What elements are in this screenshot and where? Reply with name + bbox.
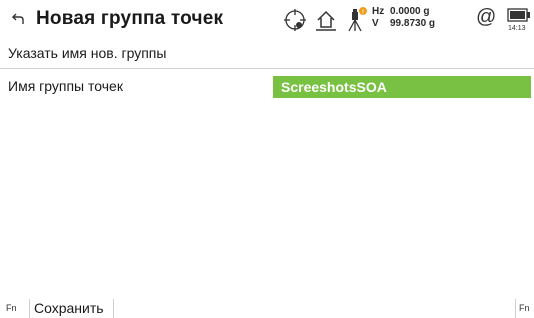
divider [0, 68, 534, 69]
back-arrow-icon [12, 13, 24, 24]
divider [29, 299, 30, 318]
crosshair-target-icon[interactable] [283, 8, 307, 32]
v-value: 99.8730 g [390, 18, 436, 29]
hz-label: Hz [372, 6, 385, 17]
title-bar: Новая группа точек ! Hz 0.0000 g V 99.87… [0, 0, 534, 38]
clock-time: 14:13 [508, 25, 526, 32]
instruction-text: Указать имя нов. группы [8, 45, 167, 61]
save-button[interactable]: Сохранить [34, 300, 104, 316]
group-name-row: Имя группы точек [0, 76, 534, 98]
at-sign-icon[interactable]: @ [476, 6, 496, 29]
v-label: V [372, 18, 379, 29]
hz-value: 0.0000 g [390, 6, 430, 17]
fn-key-left[interactable]: Fn [6, 303, 17, 313]
total-station-icon[interactable]: ! [345, 6, 369, 32]
divider [515, 299, 516, 318]
softkey-bar: Fn Сохранить Fn [0, 299, 534, 318]
divider [113, 299, 114, 318]
group-name-input[interactable] [273, 76, 531, 98]
page-title: Новая группа точек [36, 8, 224, 29]
svg-text:!: ! [362, 9, 364, 16]
fn-key-right[interactable]: Fn [519, 303, 530, 313]
angle-readout: Hz 0.0000 g V 99.8730 g [372, 6, 435, 30]
back-button[interactable] [8, 9, 28, 29]
group-name-label: Имя группы точек [8, 78, 123, 94]
home-icon[interactable] [314, 8, 338, 32]
